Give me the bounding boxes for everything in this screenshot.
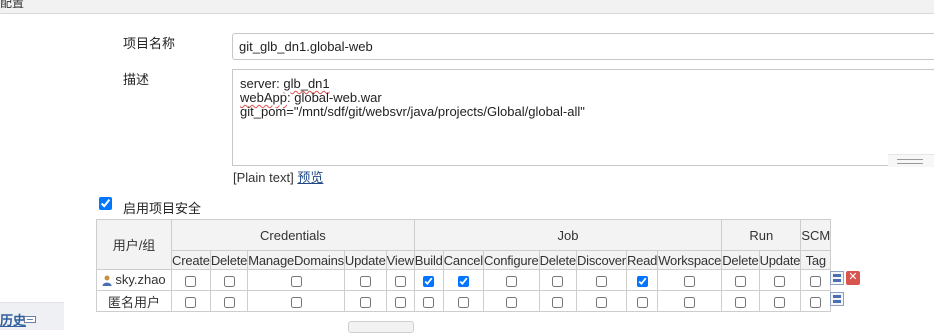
project-name-label: 项目名称 bbox=[123, 36, 176, 51]
col-job-build: Build bbox=[413, 250, 444, 270]
permission-checkbox[interactable] bbox=[223, 296, 235, 308]
permission-checkbox[interactable] bbox=[636, 275, 648, 287]
permission-checkbox[interactable] bbox=[505, 296, 517, 308]
col-job-delete: Delete bbox=[538, 250, 577, 270]
col-credentials-create: Create bbox=[171, 250, 211, 270]
group-header-run: Run bbox=[721, 219, 802, 251]
permission-checkbox[interactable] bbox=[684, 296, 696, 308]
group-header-scm: SCM bbox=[800, 219, 832, 251]
user-name: sky.zhao bbox=[115, 271, 166, 287]
description-textarea[interactable]: server: glb_dn1 webApp: global-web.war g… bbox=[232, 69, 934, 166]
col-job-cancel: Cancel bbox=[442, 250, 485, 270]
permission-row-sky-zhao: sky.zhao bbox=[96, 269, 832, 291]
textarea-resize-handle[interactable] bbox=[888, 154, 934, 167]
permission-checkbox[interactable] bbox=[505, 275, 517, 287]
remove-user-icon[interactable]: ✕ bbox=[846, 271, 860, 285]
user-cell: sky.zhao bbox=[96, 269, 172, 291]
select-all-icon[interactable] bbox=[830, 292, 844, 306]
plain-text-hint: [Plain text] 预览 bbox=[233, 167, 323, 186]
group-header-credentials: Credentials bbox=[171, 219, 415, 251]
permission-checkbox[interactable] bbox=[423, 296, 435, 308]
preview-link[interactable]: 预览 bbox=[297, 170, 323, 185]
col-run-delete: Delete bbox=[721, 250, 760, 270]
col-credentials-view: View bbox=[385, 250, 415, 270]
permission-checkbox[interactable] bbox=[636, 296, 648, 308]
collapse-icon[interactable] bbox=[24, 316, 36, 323]
permission-checkbox[interactable] bbox=[734, 275, 746, 287]
permission-group-header-row: 用户/组 Credentials Job Run SCM bbox=[96, 219, 832, 270]
col-job-discover: Discover bbox=[575, 250, 627, 270]
permission-checkbox[interactable] bbox=[774, 296, 786, 308]
permission-checkbox[interactable] bbox=[290, 296, 302, 308]
user-cell: 匿名用户 bbox=[96, 290, 172, 312]
permission-checkbox[interactable] bbox=[774, 275, 786, 287]
permission-checkbox[interactable] bbox=[810, 275, 822, 287]
permission-checkbox[interactable] bbox=[290, 275, 302, 287]
col-job-read: Read bbox=[625, 250, 659, 270]
col-job-workspace: Workspace bbox=[657, 250, 723, 270]
permission-checkbox[interactable] bbox=[359, 296, 371, 308]
permission-column-header-row: Create Delete ManageDomains Update View … bbox=[97, 250, 832, 270]
permission-checkbox[interactable] bbox=[552, 275, 564, 287]
permission-checkbox[interactable] bbox=[595, 275, 607, 287]
description-line-3: git_pom="/mnt/sdf/git/websvr/java/projec… bbox=[240, 104, 585, 119]
permission-checkbox[interactable] bbox=[394, 296, 406, 308]
permission-checkbox[interactable] bbox=[394, 275, 406, 287]
select-all-icon[interactable] bbox=[830, 271, 844, 285]
permission-matrix: 用户/组 Credentials Job Run SCM Create Dele… bbox=[96, 219, 832, 312]
save-button[interactable] bbox=[348, 321, 414, 333]
col-scm-tag: Tag bbox=[800, 250, 832, 270]
permission-checkbox[interactable] bbox=[810, 296, 822, 308]
user-group-header: 用户/组 bbox=[96, 219, 172, 270]
col-credentials-update: Update bbox=[343, 250, 387, 270]
permission-checkbox[interactable] bbox=[185, 296, 197, 308]
col-job-configure: Configure bbox=[483, 250, 540, 270]
permission-checkbox[interactable] bbox=[185, 275, 197, 287]
permission-checkbox[interactable] bbox=[734, 296, 746, 308]
col-credentials-delete: Delete bbox=[209, 250, 249, 270]
permission-row-anonymous: 匿名用户 bbox=[96, 290, 832, 312]
permission-checkbox[interactable] bbox=[595, 296, 607, 308]
permission-checkbox[interactable] bbox=[423, 275, 435, 287]
user-name: 匿名用户 bbox=[107, 294, 160, 310]
permission-checkbox[interactable] bbox=[359, 275, 371, 287]
project-name-input[interactable] bbox=[232, 33, 934, 60]
permission-checkbox[interactable] bbox=[457, 275, 469, 287]
enable-project-security-checkbox[interactable] bbox=[99, 197, 112, 210]
description-line-2: webApp: global-web.war bbox=[240, 90, 382, 105]
build-history-link[interactable]: 历史 bbox=[0, 310, 26, 329]
col-credentials-managedomains: ManageDomains bbox=[247, 250, 345, 270]
top-bar: 配置 bbox=[0, 0, 934, 14]
person-icon bbox=[102, 274, 112, 289]
description-label: 描述 bbox=[123, 72, 150, 87]
group-header-job: Job bbox=[413, 219, 723, 251]
enable-project-security-label: 启用项目安全 bbox=[123, 201, 202, 216]
permission-checkbox[interactable] bbox=[457, 296, 469, 308]
permission-checkbox[interactable] bbox=[223, 275, 235, 287]
permission-checkbox[interactable] bbox=[552, 296, 564, 308]
plain-text-label: [Plain text] bbox=[233, 170, 294, 185]
col-run-update: Update bbox=[758, 250, 802, 270]
description-line-1: server: glb_dn1 bbox=[240, 76, 330, 91]
permission-checkbox[interactable] bbox=[684, 275, 696, 287]
page-header-title: 配置 bbox=[0, 0, 25, 10]
